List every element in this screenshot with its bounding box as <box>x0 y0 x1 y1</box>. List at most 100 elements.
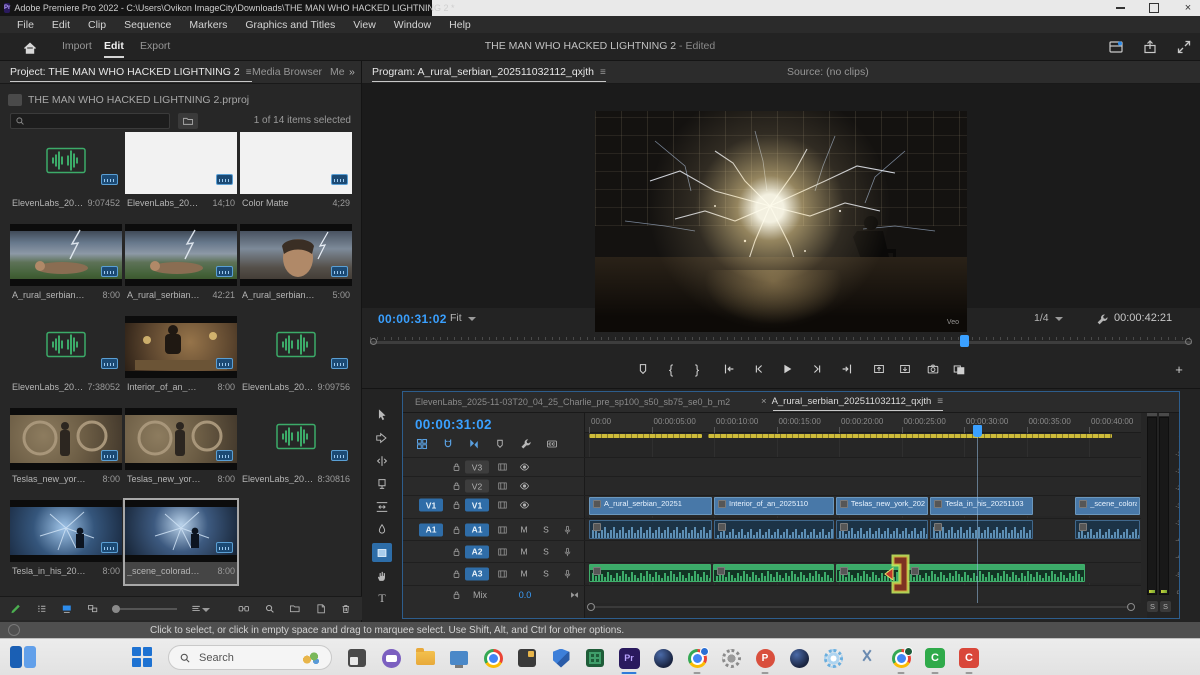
track-a3[interactable] <box>585 562 1141 583</box>
new-item-icon[interactable] <box>315 601 327 617</box>
audio-clip-a1[interactable] <box>714 520 834 539</box>
button-editor-plus[interactable]: + <box>1170 361 1188 377</box>
menu-file[interactable]: File <box>8 19 43 31</box>
menu-sequence[interactable]: Sequence <box>115 19 180 31</box>
taskbar-icon-premiere-pro[interactable]: Pr <box>617 646 641 670</box>
track-a1[interactable] <box>585 518 1141 540</box>
timeline-tab-active[interactable]: ×A_rural_serbian_202511032112_qxjth≡ <box>761 392 943 412</box>
mark-out-button[interactable]: } <box>688 361 706 377</box>
fullscreen-icon[interactable] <box>1176 39 1192 55</box>
menu-window[interactable]: Window <box>385 19 440 31</box>
sync-lock-icon[interactable] <box>495 568 509 579</box>
mute-track-button[interactable]: M <box>517 523 531 536</box>
track-target-v2[interactable]: V2 <box>465 480 489 493</box>
video-clip[interactable]: Teslas_new_york_2025 <box>836 497 928 515</box>
project-item[interactable]: A_rural_serbian_2025...5:00 <box>240 224 352 308</box>
search-input[interactable] <box>10 113 170 129</box>
lock-track-icon[interactable] <box>449 546 463 557</box>
taskbar-icon-green-grid-app[interactable] <box>583 646 607 670</box>
monitor-settings-wrench-icon[interactable] <box>1096 313 1109 326</box>
mark-in-button[interactable]: { <box>662 361 680 377</box>
automate-to-sequence-icon[interactable] <box>238 601 250 617</box>
taskbar-icon-device[interactable] <box>447 646 471 670</box>
sync-lock-icon[interactable] <box>495 462 509 473</box>
tab-metadata-truncated[interactable]: Me <box>330 61 345 83</box>
home-icon[interactable] <box>22 40 38 56</box>
lock-track-icon[interactable] <box>449 481 463 492</box>
track-target-a1[interactable]: A1 <box>465 523 489 536</box>
solo-track-button[interactable]: S <box>539 523 553 536</box>
project-item[interactable]: A_rural_serbian_202...42:21 <box>125 224 237 308</box>
sort-icons-button[interactable] <box>191 601 210 617</box>
solo-right-button[interactable]: S <box>1160 601 1171 612</box>
find-icon[interactable] <box>264 601 276 617</box>
project-item[interactable]: A_rural_serbian_2025...8:00 <box>10 224 122 308</box>
go-to-in-button[interactable] <box>720 361 738 377</box>
playback-resolution-dropdown[interactable]: 1/4 <box>1034 312 1063 324</box>
voiceover-clip-a3[interactable] <box>589 564 711 582</box>
timeline-tab-inactive[interactable]: ElevenLabs_2025-11-03T20_04_25_Charlie_p… <box>415 392 730 412</box>
track-v2[interactable] <box>585 476 1141 495</box>
taskbar-icon-file-explorer[interactable] <box>413 646 437 670</box>
program-video-frame[interactable]: Veo <box>595 111 967 332</box>
toggle-track-output-eye-icon[interactable] <box>517 481 531 492</box>
timeline-ruler[interactable]: 00:0000:00:05:0000:00:10:0000:00:15:0000… <box>585 413 1141 433</box>
play-button[interactable] <box>778 361 796 377</box>
timeline-settings-wrench-icon[interactable] <box>519 437 533 450</box>
taskbar-icon-blue-wheel-app[interactable] <box>821 646 845 670</box>
video-clip[interactable]: _scene_colorado <box>1075 497 1140 515</box>
close-tab-icon[interactable]: × <box>761 396 767 407</box>
share-export-icon[interactable] <box>1142 39 1158 55</box>
timeline-marker-icon[interactable] <box>493 437 507 450</box>
project-item[interactable]: ElevenLabs_2025-...7:38052 <box>10 316 122 400</box>
taskbar-icon-dark-sphere-app[interactable] <box>651 646 675 670</box>
panel-menu-icon[interactable]: ≡ <box>600 67 606 78</box>
writable-pencil-icon[interactable] <box>10 601 22 617</box>
taskbar-icon-chrome-profile-blue[interactable] <box>685 646 709 670</box>
captions-icon[interactable] <box>545 437 559 450</box>
track-target-v3[interactable]: V3 <box>465 461 489 474</box>
thumbnail-zoom-slider[interactable] <box>112 608 177 610</box>
tab-export[interactable]: Export <box>140 33 170 60</box>
lift-button[interactable] <box>870 361 888 377</box>
voiceover-clip-a3[interactable] <box>907 564 1086 582</box>
new-bin-icon[interactable] <box>289 601 301 617</box>
tab-program[interactable]: Program: A_rural_serbian_202511032112_qx… <box>372 61 606 83</box>
hand-tool[interactable] <box>372 566 392 585</box>
voiceover-clip-a3[interactable] <box>713 564 834 582</box>
list-view-icon[interactable] <box>36 601 48 617</box>
audio-clip-a1[interactable] <box>589 520 712 539</box>
video-clip[interactable]: Tesla_in_his_20251103 <box>930 497 1033 515</box>
timeline-horizontal-scrollbar[interactable] <box>587 603 1135 611</box>
razor-tool[interactable] <box>372 474 392 493</box>
extract-button[interactable] <box>896 361 914 377</box>
track-target-a3[interactable]: A3 <box>465 567 489 580</box>
voiceover-record-mic-icon[interactable] <box>560 546 574 557</box>
scrubber-start-handle[interactable] <box>370 338 377 345</box>
sync-lock-icon[interactable] <box>495 500 509 511</box>
trim-out-cursor[interactable] <box>883 553 917 600</box>
panel-menu-icon[interactable]: ≡ <box>246 67 252 78</box>
export-frame-camera-button[interactable] <box>924 361 942 377</box>
solo-track-button[interactable]: S <box>539 567 553 580</box>
taskbar-icon-settings-gear[interactable] <box>719 646 743 670</box>
audio-clip-a1[interactable] <box>930 520 1033 539</box>
taskbar-icon-postman[interactable]: P <box>753 646 777 670</box>
tab-media-browser[interactable]: Media Browser <box>252 61 322 83</box>
monitor-timecode[interactable]: 00:00:31:02 <box>378 312 447 326</box>
icon-view-icon[interactable] <box>61 601 73 617</box>
toggle-track-output-eye-icon[interactable] <box>517 500 531 511</box>
audio-clip-a1[interactable] <box>836 520 928 539</box>
project-item[interactable]: Teslas_new_york_202...8:00 <box>125 408 237 492</box>
track-target-a2[interactable]: A2 <box>465 545 489 558</box>
breadcrumb[interactable]: THE MAN WHO HACKED LIGHTNING 2.prproj <box>8 91 249 109</box>
project-item[interactable]: Color Matte4;29 <box>240 132 352 216</box>
nest-toggle-icon[interactable] <box>415 437 429 450</box>
menu-graphics-and-titles[interactable]: Graphics and Titles <box>236 19 344 31</box>
video-clip[interactable]: Interior_of_an_2025110 <box>714 497 834 515</box>
track-v3[interactable] <box>585 457 1141 476</box>
close-button[interactable]: × <box>1182 2 1194 14</box>
rectangle-tool[interactable] <box>372 543 392 562</box>
tab-edit[interactable]: Edit <box>104 33 124 60</box>
go-to-out-button[interactable] <box>838 361 856 377</box>
